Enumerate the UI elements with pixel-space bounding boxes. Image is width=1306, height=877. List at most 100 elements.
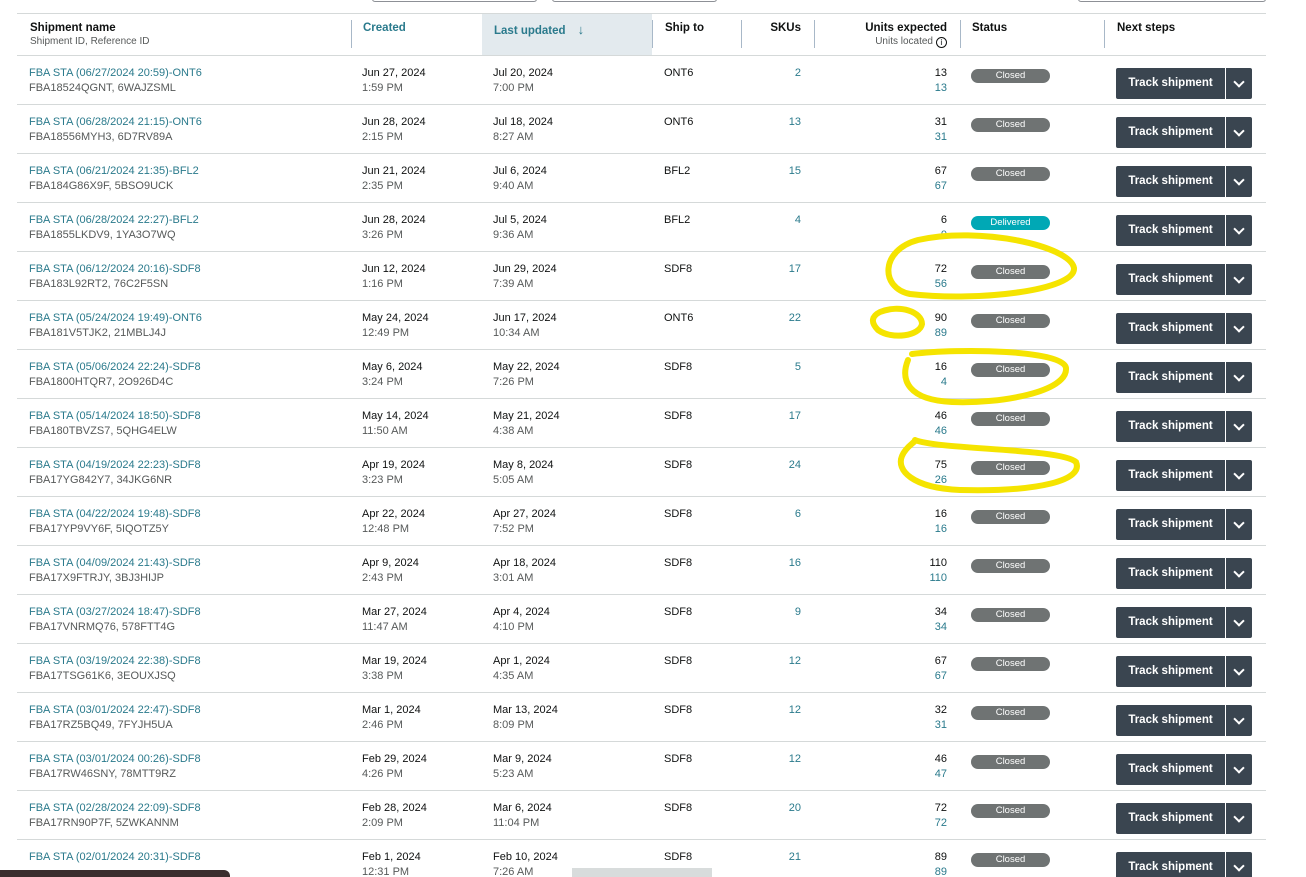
skus-link[interactable]: 6 [795,508,801,520]
skus-link[interactable]: 21 [789,851,801,863]
chevron-down-icon[interactable] [1226,166,1252,197]
feedback-tab[interactable] [572,868,712,877]
shipment-name-link[interactable]: FBA STA (03/27/2024 18:47)-SDF8 [29,605,349,620]
chevron-down-icon[interactable] [1226,460,1252,491]
shipment-name-link[interactable]: FBA STA (05/24/2024 19:49)-ONT6 [29,311,349,326]
chevron-down-icon[interactable] [1226,362,1252,393]
track-shipment-button[interactable]: Track shipment [1116,656,1225,687]
shipment-name-link[interactable]: FBA STA (04/22/2024 19:48)-SDF8 [29,507,349,522]
chevron-down-icon[interactable] [1226,313,1252,344]
chevron-down-icon[interactable] [1226,509,1252,540]
skus-link[interactable]: 9 [795,606,801,618]
skus-link[interactable]: 24 [789,459,801,471]
units-located-link[interactable]: 67 [867,179,947,194]
track-shipment-button[interactable]: Track shipment [1116,215,1225,246]
skus-link[interactable]: 12 [789,704,801,716]
skus-link[interactable]: 12 [789,753,801,765]
chevron-down-icon[interactable] [1226,117,1252,148]
track-shipment-button[interactable]: Track shipment [1116,264,1225,295]
toolbar-control[interactable] [372,0,537,2]
chevron-down-icon[interactable] [1226,607,1252,638]
shipment-name-link[interactable]: FBA STA (03/01/2024 22:47)-SDF8 [29,703,349,718]
chevron-down-icon[interactable] [1226,852,1252,877]
track-shipment-button[interactable]: Track shipment [1116,509,1225,540]
track-shipment-button[interactable]: Track shipment [1116,68,1225,99]
units-located-link[interactable]: 56 [867,277,947,292]
shipment-name-link[interactable]: FBA STA (04/19/2024 22:23)-SDF8 [29,458,349,473]
units-located-link[interactable]: 16 [867,522,947,537]
skus-link[interactable]: 17 [789,263,801,275]
units-located-link[interactable]: 4 [867,375,947,390]
units-located-link[interactable]: 34 [867,620,947,635]
track-shipment-button[interactable]: Track shipment [1116,460,1225,491]
skus-link[interactable]: 12 [789,655,801,667]
units-located-link[interactable]: 31 [867,718,947,733]
info-icon[interactable]: i [936,37,947,48]
skus-link[interactable]: 4 [795,214,801,226]
units-located-link[interactable]: 89 [867,326,947,341]
chevron-down-icon[interactable] [1226,803,1252,834]
units-located-link[interactable]: 26 [867,473,947,488]
chevron-down-icon[interactable] [1226,558,1252,589]
units-located-link[interactable]: 0 [867,228,947,243]
shipment-name-link[interactable]: FBA STA (03/01/2024 00:26)-SDF8 [29,752,349,767]
skus-link[interactable]: 13 [789,116,801,128]
col-skus[interactable]: SKUs [741,14,801,55]
shipment-ids: FBA17RW46SNY, 78MTT9RZ [29,768,176,780]
toolbar-control[interactable] [552,0,717,2]
shipment-name-link[interactable]: FBA STA (06/21/2024 21:35)-BFL2 [29,164,349,179]
skus-cell: 12 [741,752,801,767]
chevron-down-icon[interactable] [1226,215,1252,246]
shipment-name-link[interactable]: FBA STA (02/01/2024 20:31)-SDF8 [29,850,349,865]
skus-link[interactable]: 17 [789,410,801,422]
track-shipment-button[interactable]: Track shipment [1116,705,1225,736]
col-ship-to[interactable]: Ship to [665,14,735,55]
toolbar-control[interactable] [1078,0,1266,2]
col-status[interactable]: Status [972,14,1072,55]
chevron-down-icon[interactable] [1226,705,1252,736]
col-last-updated[interactable]: Last updated ↓ [482,14,652,55]
chevron-down-icon[interactable] [1226,754,1252,785]
shipment-name-link[interactable]: FBA STA (06/12/2024 20:16)-SDF8 [29,262,349,277]
shipment-name-link[interactable]: FBA STA (03/19/2024 22:38)-SDF8 [29,654,349,669]
track-shipment-button[interactable]: Track shipment [1116,754,1225,785]
skus-link[interactable]: 15 [789,165,801,177]
skus-link[interactable]: 20 [789,802,801,814]
shipment-name-link[interactable]: FBA STA (06/27/2024 20:59)-ONT6 [29,66,349,81]
track-shipment-button[interactable]: Track shipment [1116,852,1225,877]
units-located-link[interactable]: 31 [867,130,947,145]
units-located-link[interactable]: 110 [867,571,947,586]
skus-link[interactable]: 2 [795,67,801,79]
shipment-name-link[interactable]: FBA STA (06/28/2024 21:15)-ONT6 [29,115,349,130]
units-located-link[interactable]: 46 [867,424,947,439]
track-shipment-button[interactable]: Track shipment [1116,803,1225,834]
shipment-name-link[interactable]: FBA STA (05/14/2024 18:50)-SDF8 [29,409,349,424]
units-located-link[interactable]: 47 [867,767,947,782]
units-located-link[interactable]: 72 [867,816,947,831]
track-shipment-button[interactable]: Track shipment [1116,313,1225,344]
track-shipment-button[interactable]: Track shipment [1116,117,1225,148]
col-shipment-name[interactable]: Shipment name Shipment ID, Reference ID [30,14,350,55]
skus-link[interactable]: 22 [789,312,801,324]
col-created[interactable]: Created [363,14,483,55]
shipment-name-link[interactable]: FBA STA (05/06/2024 22:24)-SDF8 [29,360,349,375]
shipment-name-link[interactable]: FBA STA (04/09/2024 21:43)-SDF8 [29,556,349,571]
col-units-expected[interactable]: Units expected Units located i [827,14,947,55]
chevron-down-icon[interactable] [1226,411,1252,442]
track-shipment-button[interactable]: Track shipment [1116,166,1225,197]
chevron-down-icon[interactable] [1226,656,1252,687]
track-shipment-button[interactable]: Track shipment [1116,607,1225,638]
units-located-link[interactable]: 89 [867,865,947,877]
track-shipment-button[interactable]: Track shipment [1116,411,1225,442]
shipment-name-link[interactable]: FBA STA (06/28/2024 22:27)-BFL2 [29,213,349,228]
track-shipment-button[interactable]: Track shipment [1116,558,1225,589]
shipment-name-link[interactable]: FBA STA (02/28/2024 22:09)-SDF8 [29,801,349,816]
skus-link[interactable]: 5 [795,361,801,373]
track-shipment-button[interactable]: Track shipment [1116,362,1225,393]
chevron-down-icon[interactable] [1226,68,1252,99]
table-row: FBA STA (04/19/2024 22:23)-SDF8 FBA17YG84… [17,448,1266,497]
units-located-link[interactable]: 67 [867,669,947,684]
skus-link[interactable]: 16 [789,557,801,569]
chevron-down-icon[interactable] [1226,264,1252,295]
units-located-link[interactable]: 13 [867,81,947,96]
